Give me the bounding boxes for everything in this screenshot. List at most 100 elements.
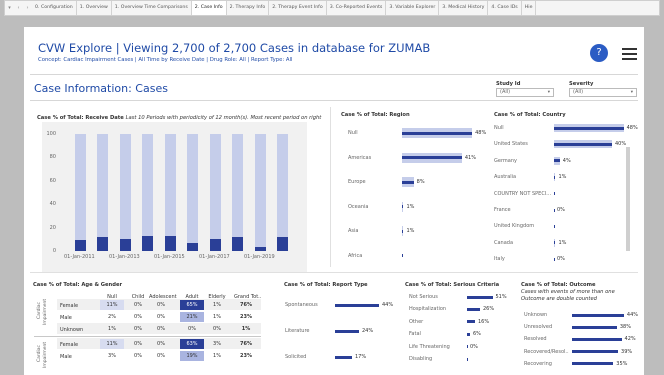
receive-bar-background [187, 134, 199, 251]
page-title: CVW Explore | Viewing 2,700 of 2,700 Cas… [38, 41, 431, 55]
serious-bar[interactable] [467, 307, 480, 311]
age-group-label: Cardiac [37, 301, 42, 319]
country-bar[interactable] [554, 159, 560, 163]
region-bar[interactable] [402, 254, 403, 257]
receive-bar[interactable] [254, 247, 266, 251]
tab-medical-history[interactable]: 3. Medical History [439, 1, 489, 15]
country-bar[interactable] [554, 192, 555, 196]
severity-dropdown[interactable]: (All) ▾ [569, 88, 637, 97]
tab-menu-chevron-icon[interactable]: ▾ [5, 5, 14, 11]
outcome-bar[interactable] [572, 313, 624, 317]
receive-bar-background [254, 134, 266, 251]
receive-bar[interactable] [209, 239, 221, 251]
y-tick-label: 80 [49, 154, 56, 161]
age-cell: 3% [108, 353, 116, 359]
outcome-bar[interactable] [572, 337, 622, 341]
outcome-note-2: Outcome are double counted [521, 296, 597, 302]
country-value-label: 0% [557, 207, 565, 213]
outcome-bar[interactable] [572, 362, 614, 366]
receive-bar[interactable] [164, 235, 176, 251]
country-value-label: 1% [558, 239, 567, 246]
receive-bar-background [232, 134, 244, 251]
receive-bar[interactable] [277, 236, 289, 251]
tab-configuration[interactable]: 0. Configuration [32, 1, 77, 15]
outcome-bar[interactable] [572, 350, 619, 354]
country-bar[interactable] [554, 126, 624, 130]
tab-hie[interactable]: Hie [522, 1, 537, 15]
serious-category-label: Other [409, 318, 424, 325]
country-value-label: 1% [558, 174, 567, 181]
serious-bar[interactable] [467, 320, 475, 324]
country-bar[interactable] [554, 257, 555, 261]
serious-category-label: Life Threatening [409, 343, 450, 350]
country-bar[interactable] [554, 224, 555, 228]
serious-bar[interactable] [467, 332, 470, 336]
study-id-dropdown[interactable]: (All) ▾ [496, 88, 554, 97]
receive-bar[interactable] [142, 235, 154, 251]
report-type-title: Case % of Total: Report Type [284, 282, 368, 288]
report-bar[interactable] [335, 303, 379, 307]
report-bar[interactable] [335, 329, 359, 333]
region-bar[interactable] [402, 156, 462, 159]
country-category-label: Italy [494, 256, 505, 263]
tab-co-reported-events[interactable]: 3. Co-Reported Events [327, 1, 387, 15]
region-bar[interactable] [402, 131, 473, 135]
country-bar[interactable] [554, 175, 556, 179]
age-cell: 0% [157, 326, 165, 332]
country-category-label: Null [494, 125, 504, 131]
tab-scroll-right-icon[interactable]: › [23, 5, 32, 11]
age-cell: 0% [157, 302, 165, 308]
tab-therapy-event-info[interactable]: 2. Therapy Event Info [269, 1, 327, 15]
tab-variable-explorer[interactable]: 3. Variable Explorer [386, 1, 440, 15]
region-bar[interactable] [402, 180, 414, 184]
report-bar[interactable] [335, 355, 352, 359]
serious-bar[interactable] [467, 357, 468, 361]
tab-overview[interactable]: 1. Overview [77, 1, 112, 15]
serious-bar[interactable] [467, 345, 468, 349]
serious-bar[interactable] [467, 295, 493, 299]
receive-bar[interactable] [119, 239, 131, 251]
receive-bar[interactable] [97, 236, 109, 251]
tab-scroll-left-icon[interactable]: ‹ [14, 5, 23, 11]
region-bar[interactable] [402, 229, 404, 233]
age-cell: 76% [240, 341, 252, 347]
serious-value-label: 51% [495, 294, 507, 300]
age-cell: 11% [100, 300, 124, 310]
receive-bar-background [74, 134, 86, 251]
tab-case-ids[interactable]: 4. Case IDs [488, 1, 522, 15]
lower-divider [30, 272, 638, 273]
region-bar[interactable] [402, 205, 404, 208]
tab-case-info[interactable]: 2. Case Info [191, 1, 227, 15]
country-bar[interactable] [554, 142, 612, 146]
receive-bar[interactable] [232, 236, 244, 251]
age-row-label: Male [60, 354, 72, 360]
age-gender-title: Case % of Total: Age & Gender [33, 282, 123, 288]
chevron-down-icon: ▾ [630, 90, 633, 95]
hamburger-menu-icon[interactable] [622, 48, 637, 63]
age-cell: 0% [157, 341, 165, 347]
outcome-bar[interactable] [572, 325, 617, 329]
severity-label: Severity [569, 81, 594, 87]
age-cell: 1% [213, 302, 221, 308]
country-value-label: 0% [557, 256, 565, 263]
receive-date-title-text: Case % of Total: Receive Date [37, 115, 124, 121]
receive-bar[interactable] [187, 242, 199, 251]
age-row-label: Female [60, 342, 79, 348]
country-scrollbar[interactable] [626, 147, 630, 251]
vertical-divider [330, 107, 331, 267]
age-cell: 0% [134, 314, 142, 320]
serious-category-label: Not Serious [409, 294, 438, 300]
study-id-value: (All) [500, 89, 511, 95]
receive-bar[interactable] [74, 240, 86, 251]
help-button[interactable]: ? [590, 44, 608, 62]
country-bar[interactable] [554, 241, 556, 245]
region-value-label: 1% [406, 203, 415, 210]
country-bar[interactable] [554, 208, 555, 212]
outcome-value-label: 44% [626, 312, 639, 318]
tab-therapy-info[interactable]: 2. Therapy Info [227, 1, 270, 15]
outcome-category-label: Unresolved [524, 324, 553, 331]
report-category-label: Solicited [285, 354, 307, 360]
serious-category-label: Hospitalization [409, 306, 447, 313]
tab-overview-time-comparisons[interactable]: 1. Overview Time Comparisons [112, 1, 192, 15]
outcome-category-label: Resolved [524, 336, 547, 343]
